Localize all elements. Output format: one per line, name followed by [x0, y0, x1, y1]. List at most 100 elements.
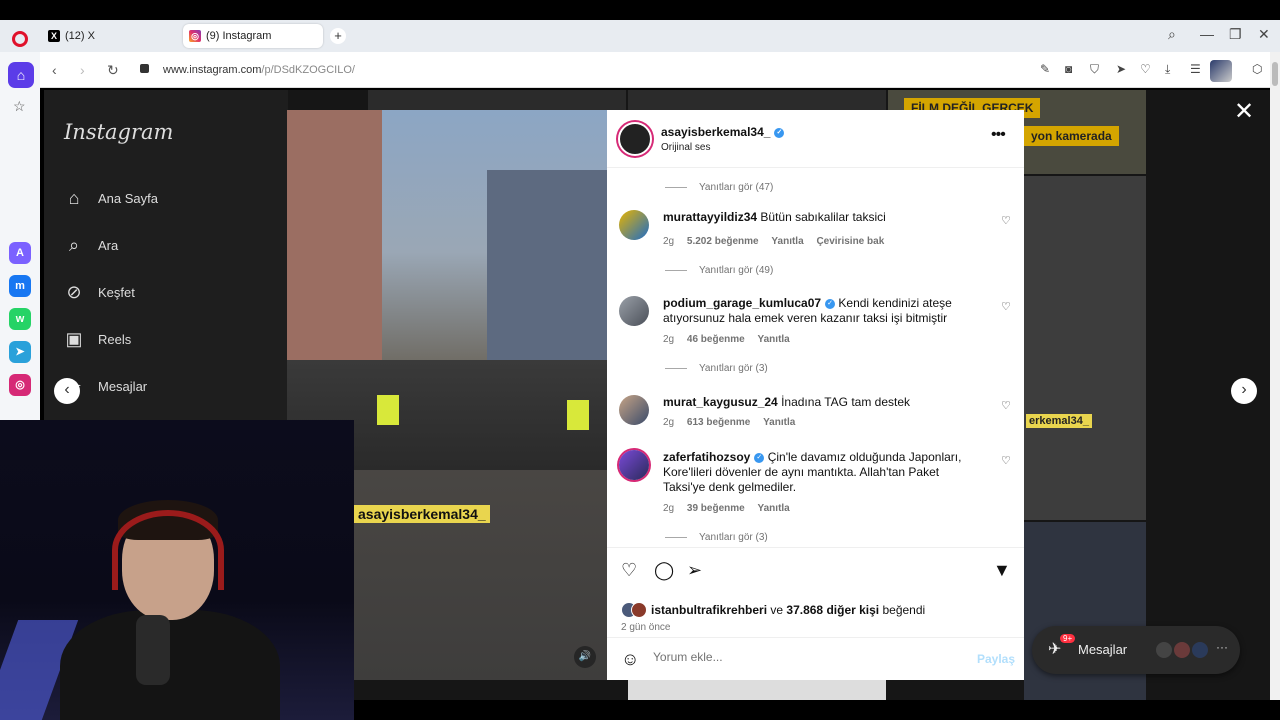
whatsapp-app-icon[interactable]: w [9, 308, 31, 330]
audio-label[interactable]: Orijinal ses [661, 142, 710, 153]
search-tabs-icon[interactable]: ⌕ [1168, 26, 1176, 43]
emoji-icon[interactable]: ☺ [621, 649, 639, 670]
extensions-cube-icon[interactable]: ⬡ [1252, 62, 1262, 76]
contact-avatar [1172, 640, 1192, 660]
comment-avatar[interactable] [619, 395, 649, 425]
maximize-button[interactable]: ❐ [1229, 26, 1242, 43]
view-replies-link[interactable]: Yanıtları gör (49) [665, 265, 773, 276]
translate-button[interactable]: Çevirisine bak [816, 236, 884, 247]
messenger-app-icon[interactable]: m [9, 275, 31, 297]
view-replies-link[interactable]: Yanıtları gör (3) [665, 363, 768, 374]
back-button[interactable]: ‹ [52, 62, 57, 78]
more-options-icon[interactable]: ••• [991, 126, 1006, 144]
x-favicon-icon: X [48, 30, 60, 42]
heart-icon[interactable]: ♡ [1140, 62, 1151, 76]
mute-icon[interactable]: 🔊 [574, 646, 596, 668]
page-scrollbar[interactable] [1270, 52, 1280, 702]
minimize-button[interactable]: — [1200, 26, 1214, 42]
likes-count[interactable]: 37.868 diğer kişi [786, 603, 879, 617]
like-icon[interactable]: ♡ [621, 560, 637, 581]
opera-logo-icon[interactable] [12, 31, 28, 47]
view-replies-link[interactable]: Yanıtları gör (3) [665, 532, 768, 543]
shield-icon[interactable]: ⛉ [1090, 62, 1099, 77]
profile-avatar[interactable] [1210, 60, 1232, 82]
comment-avatar[interactable] [619, 450, 649, 480]
next-post-button[interactable]: › [1231, 378, 1257, 404]
author-username[interactable]: asayisberkemal34_ ✓ [661, 125, 785, 139]
comment-time[interactable]: 2g [663, 417, 674, 428]
feed-tile[interactable] [368, 90, 626, 110]
comment-avatar[interactable] [619, 210, 649, 240]
comment-icon[interactable]: ◯ [654, 560, 674, 581]
edit-icon[interactable]: ✎ [1040, 62, 1050, 76]
comment-username[interactable]: murattayyildiz34 [663, 210, 757, 224]
author-name: asayisberkemal34_ [661, 125, 771, 139]
comment-avatar[interactable] [619, 296, 649, 326]
comment-likes[interactable]: 613 beğenme [687, 417, 750, 428]
feed-tile[interactable] [1024, 176, 1146, 520]
feed-tile[interactable] [628, 680, 886, 700]
instagram-app-icon[interactable]: ◎ [9, 374, 31, 396]
comment-text: podium_garage_kumluca07 ✓ Kendi kendinizi… [663, 296, 973, 326]
nav-reels[interactable]: ▣ Reels [64, 329, 131, 350]
scrollbar-thumb[interactable] [1272, 62, 1278, 86]
comment-time[interactable]: 2g [663, 236, 674, 247]
messages-float-button[interactable]: ✈ 9+ Mesajlar ··· [1032, 626, 1240, 674]
comment-text: zaferfatihozsoy ✓ Çin'le davamız olduğund… [663, 450, 973, 495]
url-field[interactable]: www.instagram.com/p/DSdKZOGCILO/ [163, 64, 355, 76]
comment-likes[interactable]: 46 beğenme [687, 334, 745, 345]
comment-username[interactable]: podium_garage_kumluca07 [663, 296, 821, 310]
close-window-button[interactable]: ✕ [1258, 26, 1270, 43]
liked-by-user[interactable]: istanbultrafikrehberi [651, 603, 767, 617]
post-comment-button[interactable]: Paylaş [977, 652, 1015, 666]
star-icon[interactable]: ☆ [13, 98, 26, 115]
download-icon[interactable]: ⤓ [1165, 62, 1170, 77]
like-comment-icon[interactable]: ♡ [1001, 214, 1011, 227]
home-icon[interactable]: ⌂ [8, 62, 34, 88]
save-bookmark-icon[interactable]: ▼ [993, 560, 1011, 581]
reply-button[interactable]: Yanıtla [758, 503, 790, 514]
like-comment-icon[interactable]: ♡ [1001, 454, 1011, 467]
comment-username[interactable]: murat_kaygusuz_24 [663, 395, 778, 409]
share-icon[interactable]: ➢ [687, 560, 702, 581]
telegram-app-icon[interactable]: ➤ [9, 341, 31, 363]
settings-sliders-icon[interactable]: ☰ [1190, 62, 1201, 76]
comment-time[interactable]: 2g [663, 334, 674, 345]
close-modal-button[interactable]: ✕ [1234, 100, 1254, 124]
nav-home[interactable]: ⌂ Ana Sayfa [64, 188, 158, 209]
previous-post-button[interactable]: ‹ [54, 378, 80, 404]
comment-input[interactable] [653, 650, 953, 664]
aria-app-icon[interactable]: A [9, 242, 31, 264]
view-replies-link[interactable]: Yanıtları gör (47) [665, 182, 773, 193]
headset-icon [112, 510, 224, 590]
nav-explore[interactable]: ⊘ Keşfet [64, 282, 135, 303]
send-icon[interactable]: ➤ [1116, 62, 1126, 76]
reply-button[interactable]: Yanıtla [758, 334, 790, 345]
reload-button[interactable]: ↻ [107, 62, 119, 79]
like-comment-icon[interactable]: ♡ [1001, 399, 1011, 412]
comment-time[interactable]: 2g [663, 503, 674, 514]
comment-username[interactable]: zaferfatihozsoy [663, 450, 750, 464]
tab-instagram[interactable]: ◎ (9) Instagram [183, 24, 323, 48]
reply-button[interactable]: Yanıtla [771, 236, 803, 247]
liked-by: istanbultrafikrehberi ve 37.868 diğer ki… [621, 602, 925, 618]
camera-icon[interactable]: ◙ [1065, 62, 1072, 76]
new-tab-button[interactable]: + [330, 28, 346, 44]
lock-icon[interactable] [140, 64, 149, 73]
feed-tile[interactable] [628, 90, 886, 110]
instagram-logo[interactable]: Instagram [64, 120, 173, 144]
forward-button[interactable]: › [80, 62, 85, 78]
tab-x[interactable]: X (12) X [42, 24, 172, 48]
nav-explore-label: Keşfet [98, 285, 135, 300]
reply-button[interactable]: Yanıtla [763, 417, 795, 428]
author-avatar[interactable] [618, 122, 652, 156]
nav-reels-label: Reels [98, 332, 132, 347]
comment-body: İnadına TAG tam destek [781, 395, 911, 409]
like-comment-icon[interactable]: ♡ [1001, 300, 1011, 313]
comment-likes[interactable]: 39 beğenme [687, 503, 745, 514]
comment-meta: 2g 5.202 beğenme Yanıtla Çevirisine bak [663, 236, 894, 247]
comment-likes[interactable]: 5.202 beğenme [687, 236, 759, 247]
post-date[interactable]: 2 gün önce [621, 622, 671, 633]
nav-search[interactable]: ⌕ Ara [64, 235, 118, 256]
verified-icon: ✓ [754, 452, 765, 463]
